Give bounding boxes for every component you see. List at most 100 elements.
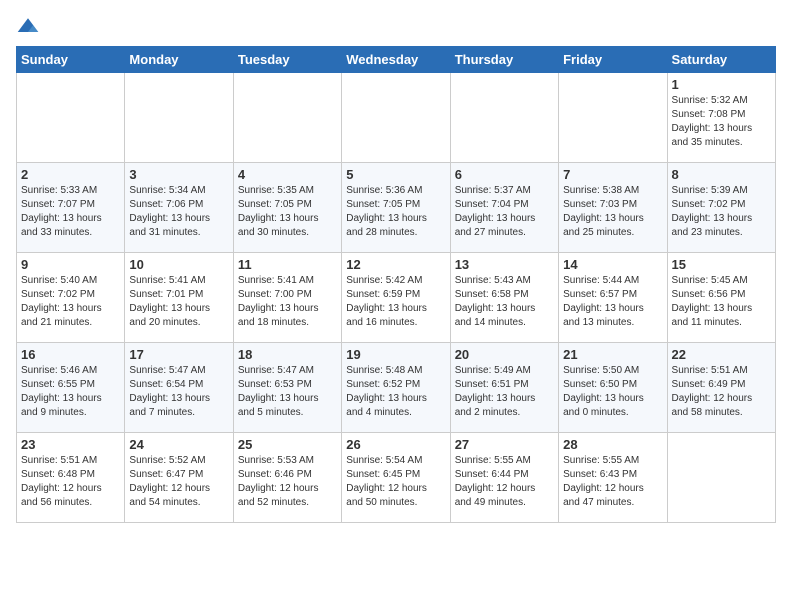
day-cell: 24 Sunrise: 5:52 AM Sunset: 6:47 PM Dayli…	[125, 433, 233, 523]
day-number: 28	[563, 437, 662, 452]
day-cell: 21 Sunrise: 5:50 AM Sunset: 6:50 PM Dayli…	[559, 343, 667, 433]
day-info: Sunrise: 5:32 AM Sunset: 7:08 PM Dayligh…	[672, 94, 771, 150]
day-cell	[233, 73, 341, 163]
day-cell: 5 Sunrise: 5:36 AM Sunset: 7:05 PM Daylig…	[342, 163, 450, 253]
day-cell: 27 Sunrise: 5:55 AM Sunset: 6:44 PM Dayli…	[450, 433, 558, 523]
day-cell: 20 Sunrise: 5:49 AM Sunset: 6:51 PM Dayli…	[450, 343, 558, 433]
day-info: Sunrise: 5:55 AM Sunset: 6:44 PM Dayligh…	[455, 454, 554, 510]
day-cell: 11 Sunrise: 5:41 AM Sunset: 7:00 PM Dayli…	[233, 253, 341, 343]
day-cell: 28 Sunrise: 5:55 AM Sunset: 6:43 PM Dayli…	[559, 433, 667, 523]
day-cell: 26Sunrise: 5:54 AM Sunset: 6:45 PM Dayli…	[342, 433, 450, 523]
header-cell-monday: Monday	[125, 47, 233, 73]
day-number: 3	[129, 167, 228, 182]
day-info: Sunrise: 5:43 AM Sunset: 6:58 PM Dayligh…	[455, 274, 554, 330]
day-cell: 23 Sunrise: 5:51 AM Sunset: 6:48 PM Dayli…	[17, 433, 125, 523]
day-cell: 17 Sunrise: 5:47 AM Sunset: 6:54 PM Dayli…	[125, 343, 233, 433]
day-info: Sunrise: 5:47 AM Sunset: 6:54 PM Dayligh…	[129, 364, 228, 420]
day-cell: 15 Sunrise: 5:45 AM Sunset: 6:56 PM Dayli…	[667, 253, 775, 343]
day-number: 5	[346, 167, 445, 182]
day-number: 1	[672, 77, 771, 92]
header-cell-friday: Friday	[559, 47, 667, 73]
day-cell: 8 Sunrise: 5:39 AM Sunset: 7:02 PM Daylig…	[667, 163, 775, 253]
day-number: 14	[563, 257, 662, 272]
day-number: 11	[238, 257, 337, 272]
logo-icon	[16, 16, 40, 36]
day-info: Sunrise: 5:41 AM Sunset: 7:01 PM Dayligh…	[129, 274, 228, 330]
week-row-5: 23 Sunrise: 5:51 AM Sunset: 6:48 PM Dayli…	[17, 433, 776, 523]
day-info: Sunrise: 5:41 AM Sunset: 7:00 PM Dayligh…	[238, 274, 337, 330]
day-cell	[667, 433, 775, 523]
week-row-3: 9 Sunrise: 5:40 AM Sunset: 7:02 PM Daylig…	[17, 253, 776, 343]
header-cell-thursday: Thursday	[450, 47, 558, 73]
day-number: 19	[346, 347, 445, 362]
day-cell: 22 Sunrise: 5:51 AM Sunset: 6:49 PM Dayli…	[667, 343, 775, 433]
day-info: Sunrise: 5:50 AM Sunset: 6:50 PM Dayligh…	[563, 364, 662, 420]
day-number: 18	[238, 347, 337, 362]
day-number: 16	[21, 347, 120, 362]
day-number: 4	[238, 167, 337, 182]
day-number: 6	[455, 167, 554, 182]
day-cell: 13 Sunrise: 5:43 AM Sunset: 6:58 PM Dayli…	[450, 253, 558, 343]
day-number: 13	[455, 257, 554, 272]
day-number: 8	[672, 167, 771, 182]
day-number: 12	[346, 257, 445, 272]
header-cell-saturday: Saturday	[667, 47, 775, 73]
day-number: 10	[129, 257, 228, 272]
day-info: Sunrise: 5:34 AM Sunset: 7:06 PM Dayligh…	[129, 184, 228, 240]
day-info: Sunrise: 5:53 AM Sunset: 6:46 PM Dayligh…	[238, 454, 337, 510]
day-cell: 25 Sunrise: 5:53 AM Sunset: 6:46 PM Dayli…	[233, 433, 341, 523]
day-cell: 19 Sunrise: 5:48 AM Sunset: 6:52 PM Dayli…	[342, 343, 450, 433]
day-cell: 6 Sunrise: 5:37 AM Sunset: 7:04 PM Daylig…	[450, 163, 558, 253]
header-row: SundayMondayTuesdayWednesdayThursdayFrid…	[17, 47, 776, 73]
day-cell: 14 Sunrise: 5:44 AM Sunset: 6:57 PM Dayli…	[559, 253, 667, 343]
week-row-4: 16 Sunrise: 5:46 AM Sunset: 6:55 PM Dayli…	[17, 343, 776, 433]
day-info: Sunrise: 5:40 AM Sunset: 7:02 PM Dayligh…	[21, 274, 120, 330]
header-cell-tuesday: Tuesday	[233, 47, 341, 73]
day-info: Sunrise: 5:42 AM Sunset: 6:59 PM Dayligh…	[346, 274, 445, 330]
day-cell: 1 Sunrise: 5:32 AM Sunset: 7:08 PM Daylig…	[667, 73, 775, 163]
day-cell	[342, 73, 450, 163]
day-info: Sunrise: 5:52 AM Sunset: 6:47 PM Dayligh…	[129, 454, 228, 510]
day-number: 17	[129, 347, 228, 362]
day-info: Sunrise: 5:48 AM Sunset: 6:52 PM Dayligh…	[346, 364, 445, 420]
day-number: 21	[563, 347, 662, 362]
day-cell	[559, 73, 667, 163]
day-info: Sunrise: 5:51 AM Sunset: 6:49 PM Dayligh…	[672, 364, 771, 420]
day-info: Sunrise: 5:37 AM Sunset: 7:04 PM Dayligh…	[455, 184, 554, 240]
day-number: 2	[21, 167, 120, 182]
day-cell	[125, 73, 233, 163]
day-info: Sunrise: 5:51 AM Sunset: 6:48 PM Dayligh…	[21, 454, 120, 510]
day-cell: 18 Sunrise: 5:47 AM Sunset: 6:53 PM Dayli…	[233, 343, 341, 433]
day-info: Sunrise: 5:49 AM Sunset: 6:51 PM Dayligh…	[455, 364, 554, 420]
day-info: Sunrise: 5:39 AM Sunset: 7:02 PM Dayligh…	[672, 184, 771, 240]
day-number: 25	[238, 437, 337, 452]
day-number: 7	[563, 167, 662, 182]
day-info: Sunrise: 5:55 AM Sunset: 6:43 PM Dayligh…	[563, 454, 662, 510]
day-cell: 7 Sunrise: 5:38 AM Sunset: 7:03 PM Daylig…	[559, 163, 667, 253]
day-cell: 10 Sunrise: 5:41 AM Sunset: 7:01 PM Dayli…	[125, 253, 233, 343]
day-cell: 4Sunrise: 5:35 AM Sunset: 7:05 PM Daylig…	[233, 163, 341, 253]
day-number: 22	[672, 347, 771, 362]
header-cell-wednesday: Wednesday	[342, 47, 450, 73]
day-cell	[450, 73, 558, 163]
day-cell	[17, 73, 125, 163]
day-cell: 2Sunrise: 5:33 AM Sunset: 7:07 PM Daylig…	[17, 163, 125, 253]
day-number: 24	[129, 437, 228, 452]
day-info: Sunrise: 5:45 AM Sunset: 6:56 PM Dayligh…	[672, 274, 771, 330]
day-cell: 9 Sunrise: 5:40 AM Sunset: 7:02 PM Daylig…	[17, 253, 125, 343]
day-info: Sunrise: 5:54 AM Sunset: 6:45 PM Dayligh…	[346, 454, 445, 510]
day-number: 9	[21, 257, 120, 272]
week-row-2: 2Sunrise: 5:33 AM Sunset: 7:07 PM Daylig…	[17, 163, 776, 253]
day-info: Sunrise: 5:46 AM Sunset: 6:55 PM Dayligh…	[21, 364, 120, 420]
day-info: Sunrise: 5:36 AM Sunset: 7:05 PM Dayligh…	[346, 184, 445, 240]
day-number: 27	[455, 437, 554, 452]
day-number: 23	[21, 437, 120, 452]
header-cell-sunday: Sunday	[17, 47, 125, 73]
day-number: 20	[455, 347, 554, 362]
day-info: Sunrise: 5:44 AM Sunset: 6:57 PM Dayligh…	[563, 274, 662, 330]
day-info: Sunrise: 5:47 AM Sunset: 6:53 PM Dayligh…	[238, 364, 337, 420]
logo	[16, 16, 44, 36]
day-number: 15	[672, 257, 771, 272]
day-info: Sunrise: 5:38 AM Sunset: 7:03 PM Dayligh…	[563, 184, 662, 240]
day-cell: 12 Sunrise: 5:42 AM Sunset: 6:59 PM Dayli…	[342, 253, 450, 343]
